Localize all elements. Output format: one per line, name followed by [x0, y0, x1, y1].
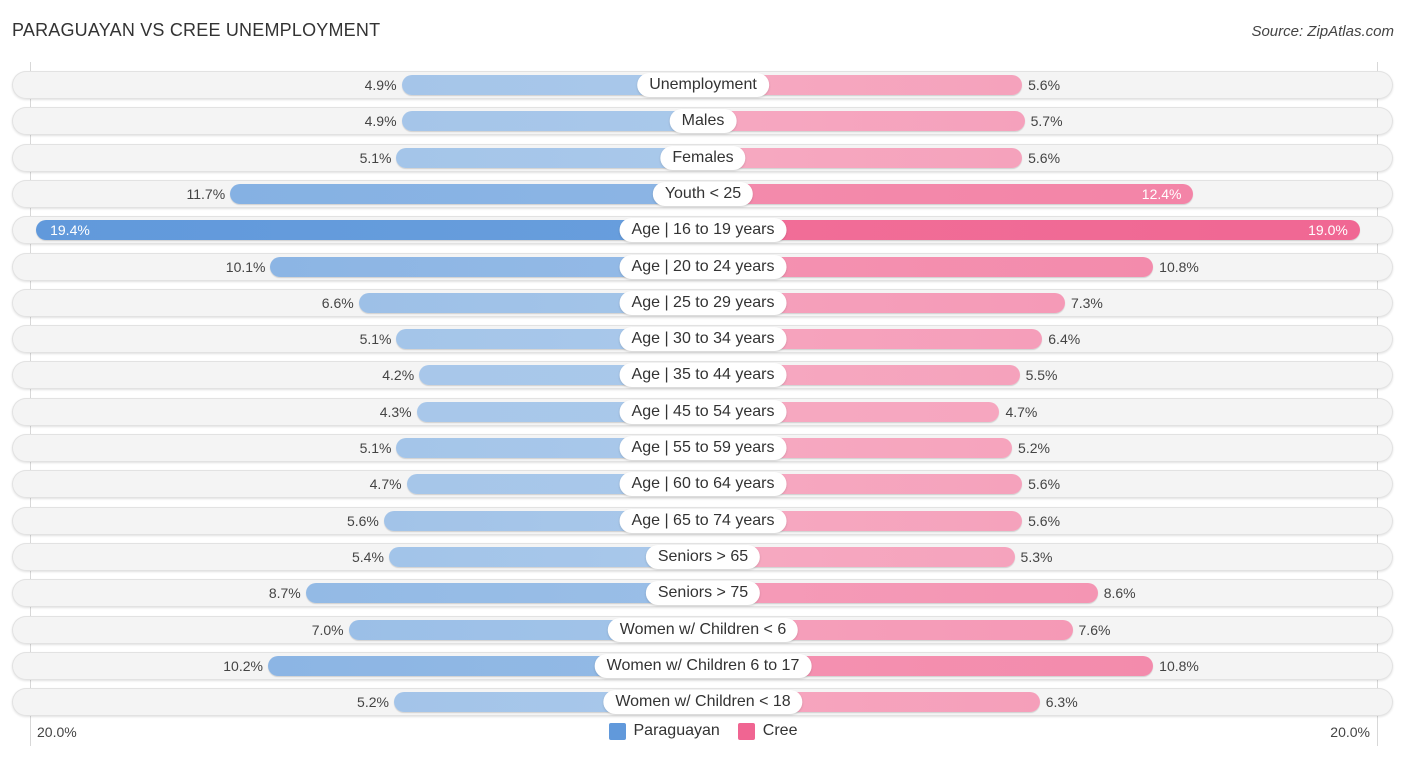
bar-cree[interactable] — [703, 183, 1194, 204]
value-label-paraguayan: 4.7% — [369, 476, 402, 493]
legend-item-paraguayan[interactable]: Paraguayan — [608, 722, 720, 740]
category-label: Women w/ Children < 6 — [607, 617, 799, 642]
bar-cree[interactable] — [703, 147, 1023, 168]
bar-paraguayan[interactable] — [401, 111, 703, 132]
legend-swatch-paraguayan — [608, 722, 626, 740]
value-label-paraguayan: 4.3% — [379, 403, 412, 420]
category-label: Age | 45 to 54 years — [619, 399, 787, 424]
value-label-paraguayan: 5.1% — [359, 331, 392, 348]
value-label-paraguayan: 6.6% — [321, 294, 354, 311]
category-label: Seniors > 75 — [645, 581, 761, 606]
value-label-paraguayan: 11.7% — [186, 185, 226, 202]
value-label-paraguayan: 5.1% — [359, 440, 392, 456]
bar-cree[interactable] — [703, 220, 1360, 241]
category-label: Youth < 25 — [652, 181, 754, 206]
chart-title: PARAGUAYAN VS CREE UNEMPLOYMENT — [12, 20, 381, 40]
category-label: Women w/ Children 6 to 17 — [594, 653, 812, 678]
value-label-cree: 10.8% — [1159, 657, 1199, 674]
value-label-paraguayan: 10.2% — [223, 657, 263, 674]
legend-label-paraguayan: Paraguayan — [633, 722, 720, 739]
value-label-cree: 7.6% — [1078, 621, 1111, 638]
category-label: Females — [660, 145, 746, 170]
value-label-cree: 8.6% — [1103, 585, 1136, 602]
value-label-paraguayan: 10.1% — [225, 258, 266, 275]
value-label-cree: 19.0% — [1308, 222, 1348, 239]
bar-paraguayan[interactable] — [396, 147, 703, 168]
value-label-paraguayan: 5.4% — [352, 548, 384, 565]
value-label-paraguayan: 5.6% — [346, 512, 379, 529]
legend: Paraguayan Cree — [0, 722, 1406, 740]
value-label-cree: 6.4% — [1048, 331, 1081, 348]
value-label-cree: 4.7% — [1005, 403, 1038, 420]
legend-item-cree[interactable]: Cree — [737, 722, 798, 740]
value-label-paraguayan: 4.2% — [382, 367, 415, 384]
value-label-cree: 5.6% — [1028, 476, 1061, 493]
value-label-paraguayan: 5.1% — [359, 149, 392, 166]
category-label: Age | 60 to 64 years — [619, 472, 787, 497]
value-label-cree: 5.6% — [1028, 77, 1061, 93]
value-label-cree: 5.7% — [1030, 113, 1063, 130]
legend-label-cree: Cree — [762, 722, 798, 739]
source-label: Source: ZipAtlas.com — [1251, 23, 1394, 40]
category-label: Age | 30 to 34 years — [619, 327, 787, 352]
value-label-cree: 12.4% — [1141, 185, 1182, 202]
bar-cree[interactable] — [703, 111, 1025, 132]
value-label-cree: 7.3% — [1070, 294, 1103, 311]
category-label: Age | 65 to 74 years — [619, 508, 787, 533]
value-label-cree: 10.8% — [1159, 258, 1199, 275]
category-label: Age | 35 to 44 years — [619, 363, 787, 388]
category-label: Age | 20 to 24 years — [619, 254, 787, 279]
bar-paraguayan[interactable] — [36, 220, 703, 241]
value-label-cree: 5.3% — [1020, 548, 1053, 565]
value-label-paraguayan: 4.9% — [364, 113, 397, 130]
value-label-paraguayan: 5.2% — [357, 694, 389, 711]
value-label-paraguayan: 19.4% — [50, 222, 90, 239]
value-label-cree: 5.2% — [1018, 440, 1050, 456]
category-label: Age | 16 to 19 years — [619, 218, 787, 243]
category-label: Unemployment — [637, 73, 769, 97]
value-label-cree: 5.6% — [1028, 512, 1061, 529]
category-label: Males — [669, 109, 737, 134]
bar-paraguayan[interactable] — [305, 583, 703, 604]
legend-swatch-cree — [737, 722, 755, 740]
value-label-paraguayan: 7.0% — [311, 621, 344, 638]
value-label-cree: 6.3% — [1045, 694, 1078, 711]
category-label: Age | 25 to 29 years — [619, 290, 787, 315]
bar-paraguayan[interactable] — [230, 183, 703, 204]
value-label-cree: 5.5% — [1025, 367, 1058, 384]
value-label-paraguayan: 8.7% — [268, 585, 301, 602]
value-label-cree: 5.6% — [1028, 149, 1061, 166]
value-label-paraguayan: 4.9% — [364, 77, 397, 93]
bar-cree[interactable] — [703, 583, 1098, 604]
category-label: Women w/ Children < 18 — [603, 690, 803, 715]
category-label: Age | 55 to 59 years — [619, 436, 787, 460]
category-label: Seniors > 65 — [645, 544, 761, 569]
